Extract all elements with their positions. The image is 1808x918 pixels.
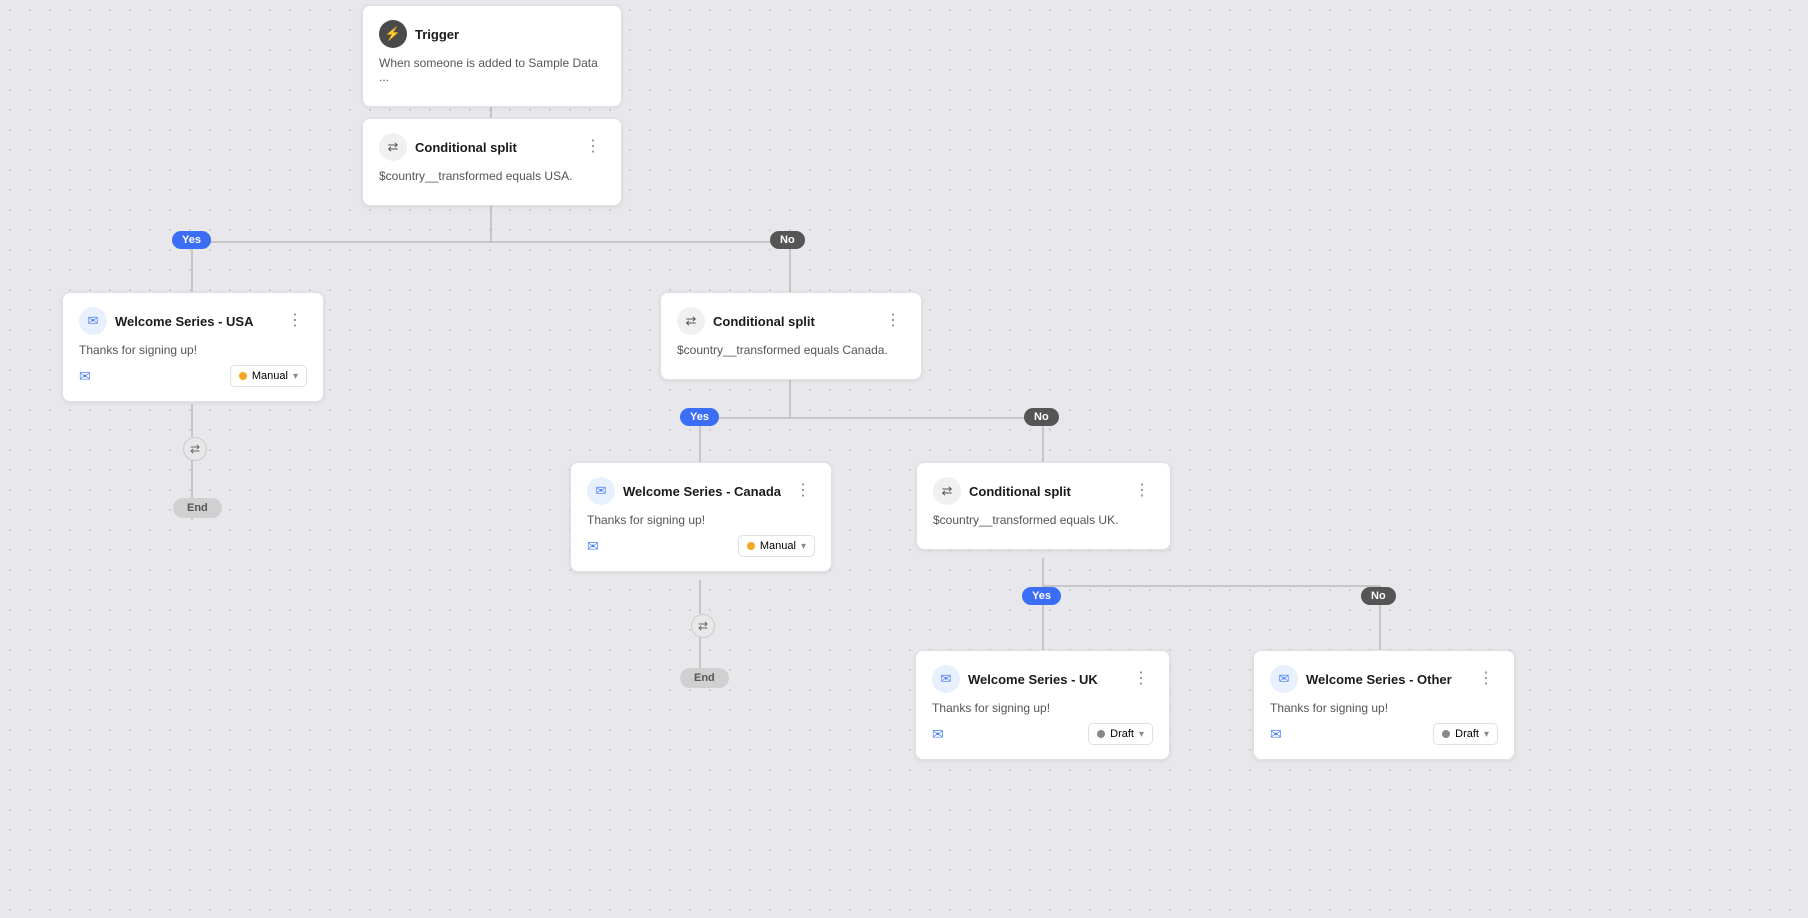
- split-indicator-canada: ⇄: [691, 614, 715, 638]
- welcome-uk-status: Draft: [1110, 728, 1134, 740]
- chevron-down-icon-usa: ▾: [293, 371, 298, 382]
- welcome-usa-title: Welcome Series - USA: [115, 314, 253, 329]
- yes-badge-3: Yes: [1022, 587, 1061, 605]
- split-1-more-button[interactable]: ⋮: [581, 137, 605, 157]
- split-3-more-button[interactable]: ⋮: [1130, 481, 1154, 501]
- welcome-usa-subtitle: Thanks for signing up!: [79, 343, 307, 357]
- welcome-canada-subtitle: Thanks for signing up!: [587, 513, 815, 527]
- status-dot-uk: [1097, 730, 1105, 738]
- welcome-uk-subtitle: Thanks for signing up!: [932, 701, 1153, 715]
- yes-badge-2: Yes: [680, 408, 719, 426]
- no-badge-2: No: [1024, 408, 1059, 426]
- email-icon-usa: ✉: [79, 307, 107, 335]
- no-badge-3: No: [1361, 587, 1396, 605]
- email-icon-footer-uk: ✉: [932, 726, 944, 743]
- welcome-canada-card: ✉ Welcome Series - Canada ⋮ Thanks for s…: [570, 462, 832, 572]
- trigger-icon: ⚡: [379, 20, 407, 48]
- chevron-down-icon-canada: ▾: [801, 541, 806, 552]
- split-3-condition: $country__transformed equals UK.: [933, 513, 1154, 527]
- welcome-uk-card: ✉ Welcome Series - UK ⋮ Thanks for signi…: [915, 650, 1170, 760]
- split-1-title: Conditional split: [415, 140, 517, 155]
- status-dot-canada: [747, 542, 755, 550]
- trigger-title: Trigger: [415, 27, 459, 42]
- no-badge-1: No: [770, 231, 805, 249]
- split-icon-1: ⇄: [379, 133, 407, 161]
- email-icon-footer-usa: ✉: [79, 368, 91, 385]
- email-icon-canada: ✉: [587, 477, 615, 505]
- welcome-canada-more-button[interactable]: ⋮: [791, 481, 815, 501]
- email-icon-footer-canada: ✉: [587, 538, 599, 555]
- welcome-uk-status-button[interactable]: Draft ▾: [1088, 723, 1153, 745]
- conditional-split-2-card: ⇄ Conditional split ⋮ $country__transfor…: [660, 292, 922, 380]
- welcome-usa-status: Manual: [252, 370, 288, 382]
- split-icon-3: ⇄: [933, 477, 961, 505]
- welcome-other-card: ✉ Welcome Series - Other ⋮ Thanks for si…: [1253, 650, 1515, 760]
- yes-badge-1: Yes: [172, 231, 211, 249]
- email-icon-footer-other: ✉: [1270, 726, 1282, 743]
- welcome-uk-more-button[interactable]: ⋮: [1129, 669, 1153, 689]
- welcome-usa-more-button[interactable]: ⋮: [283, 311, 307, 331]
- split-icon-2: ⇄: [677, 307, 705, 335]
- email-icon-other: ✉: [1270, 665, 1298, 693]
- conditional-split-3-card: ⇄ Conditional split ⋮ $country__transfor…: [916, 462, 1171, 550]
- conditional-split-1-card: ⇄ Conditional split ⋮ $country__transfor…: [362, 118, 622, 206]
- end-node-canada: End: [680, 668, 729, 688]
- split-2-more-button[interactable]: ⋮: [881, 311, 905, 331]
- welcome-canada-status-button[interactable]: Manual ▾: [738, 535, 815, 557]
- split-indicator-usa: ⇄: [183, 437, 207, 461]
- welcome-other-subtitle: Thanks for signing up!: [1270, 701, 1498, 715]
- chevron-down-icon-other: ▾: [1484, 729, 1489, 740]
- welcome-usa-status-button[interactable]: Manual ▾: [230, 365, 307, 387]
- split-2-condition: $country__transformed equals Canada.: [677, 343, 905, 357]
- status-dot-other: [1442, 730, 1450, 738]
- welcome-uk-title: Welcome Series - UK: [968, 672, 1098, 687]
- welcome-canada-title: Welcome Series - Canada: [623, 484, 781, 499]
- trigger-card: ⚡ Trigger When someone is added to Sampl…: [362, 5, 622, 107]
- welcome-other-status: Draft: [1455, 728, 1479, 740]
- split-3-title: Conditional split: [969, 484, 1071, 499]
- welcome-other-more-button[interactable]: ⋮: [1474, 669, 1498, 689]
- welcome-other-status-button[interactable]: Draft ▾: [1433, 723, 1498, 745]
- email-icon-uk: ✉: [932, 665, 960, 693]
- welcome-usa-card: ✉ Welcome Series - USA ⋮ Thanks for sign…: [62, 292, 324, 402]
- welcome-other-title: Welcome Series - Other: [1306, 672, 1452, 687]
- split-2-title: Conditional split: [713, 314, 815, 329]
- welcome-canada-status: Manual: [760, 540, 796, 552]
- chevron-down-icon-uk: ▾: [1139, 729, 1144, 740]
- end-node-usa: End: [173, 498, 222, 518]
- status-dot-usa: [239, 372, 247, 380]
- trigger-subtitle: When someone is added to Sample Data ...: [379, 56, 605, 84]
- split-1-condition: $country__transformed equals USA.: [379, 169, 605, 183]
